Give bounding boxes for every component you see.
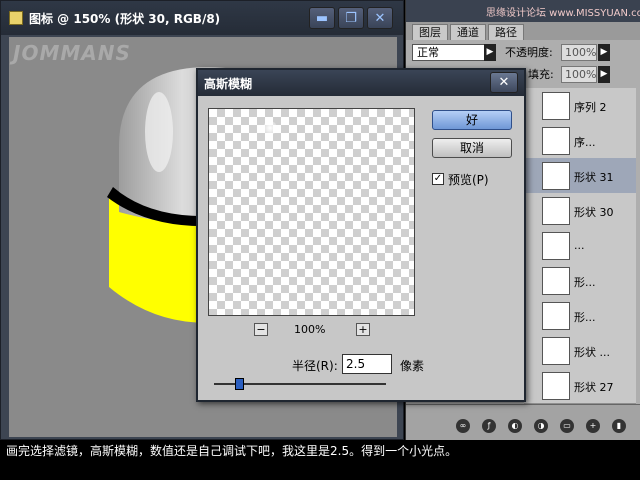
folder-icon[interactable]: ▭: [560, 419, 574, 433]
layer-name: 形...: [574, 276, 596, 289]
opacity-field[interactable]: 100%: [561, 44, 597, 61]
site-watermark: 思缘设计论坛 www.MISSYUAN.com: [486, 8, 640, 19]
trash-icon[interactable]: ▮: [612, 419, 626, 433]
screen: 图标 @ 150% (形状 30, RGB/8) ▬ ❐ ✕ JOMMANS 思…: [0, 0, 640, 480]
close-button[interactable]: ✕: [367, 7, 393, 29]
tab-paths[interactable]: 路径: [488, 24, 524, 40]
layer-row[interactable]: 形...: [524, 298, 636, 334]
layer-row[interactable]: 形状 ...: [524, 333, 636, 369]
zoom-in-button[interactable]: +: [356, 323, 370, 336]
layer-name: 形状 27: [574, 381, 614, 394]
fill-label: 填充:: [528, 68, 554, 81]
layer-row[interactable]: 形...: [524, 263, 636, 299]
layer-row[interactable]: 序...: [524, 123, 636, 159]
layer-thumbnail: [542, 267, 570, 295]
adjustment-icon[interactable]: ◑: [534, 419, 548, 433]
fx-icon[interactable]: ƒ: [482, 419, 496, 433]
panel-header: 思缘设计论坛 www.MISSYUAN.com: [406, 0, 640, 22]
zoom-out-button[interactable]: −: [254, 323, 268, 336]
layer-thumbnail: [542, 162, 570, 190]
layer-thumbnail: [542, 92, 570, 120]
layer-row[interactable]: 形状 30: [524, 193, 636, 229]
tab-channels[interactable]: 通道: [450, 24, 486, 40]
photoshop-document-icon: [9, 11, 23, 25]
layer-row[interactable]: 形状 31: [524, 158, 636, 194]
layer-thumbnail: [542, 337, 570, 365]
radius-label: 半径(R):: [292, 359, 338, 373]
dialog-titlebar[interactable]: 高斯模糊 ✕: [198, 70, 524, 96]
layer-name: 形状 31: [574, 171, 614, 184]
ok-button[interactable]: 好: [432, 110, 512, 130]
opacity-label: 不透明度:: [505, 46, 553, 59]
layer-thumbnail: [542, 127, 570, 155]
layer-name: 序...: [574, 136, 596, 149]
document-title: 图标 @ 150% (形状 30, RGB/8): [29, 12, 221, 26]
layer-thumbnail: [542, 372, 570, 400]
layer-name: 形状 ...: [574, 346, 610, 359]
layer-thumbnail: [542, 302, 570, 330]
opacity-arrow[interactable]: ▶: [598, 44, 610, 61]
layer-row[interactable]: ...: [524, 228, 636, 264]
tab-layers[interactable]: 图层: [412, 24, 448, 40]
preview-label: 预览(P): [448, 173, 489, 187]
layer-row[interactable]: 形状 27: [524, 368, 636, 404]
layer-row[interactable]: 序列 2: [524, 88, 636, 124]
minimize-button[interactable]: ▬: [309, 7, 335, 29]
maximize-button[interactable]: ❐: [338, 7, 364, 29]
layer-name: 形...: [574, 311, 596, 324]
radius-unit: 像素: [400, 359, 425, 373]
preview-checkbox[interactable]: ✓: [432, 173, 444, 185]
tutorial-caption: 画完选择滤镜，高斯模糊，数值还是自己调试下吧，我这里是2.5。得到一个小光点。: [0, 440, 640, 480]
dialog-close-button[interactable]: ✕: [490, 72, 518, 93]
fill-arrow[interactable]: ▶: [598, 66, 610, 83]
document-titlebar[interactable]: 图标 @ 150% (形状 30, RGB/8) ▬ ❐ ✕: [1, 1, 403, 35]
layer-name: 形状 30: [574, 206, 614, 219]
layer-name: ...: [574, 239, 585, 252]
zoom-level: 100%: [294, 323, 326, 336]
mask-icon[interactable]: ◐: [508, 419, 522, 433]
blend-mode-select[interactable]: 正常: [412, 44, 490, 61]
link-icon[interactable]: ∞: [456, 419, 470, 433]
layer-name: 序列 2: [574, 101, 607, 114]
fill-field[interactable]: 100%: [561, 66, 597, 83]
light-spot: [263, 121, 277, 135]
panel-tabs: 图层 通道 路径: [406, 22, 640, 40]
layers-list: 序列 2 序... 形状 31 形状 30... 形... 形... 形状 ... 形状 27: [524, 88, 636, 404]
dialog-title: 高斯模糊: [204, 77, 253, 91]
panel-bottom-bar: ∞ ƒ ◐ ◑ ▭ + ▮: [406, 404, 640, 440]
dome-highlight-shape: [145, 92, 173, 172]
layer-thumbnail: [542, 197, 570, 225]
filter-preview[interactable]: [208, 108, 415, 316]
layer-thumbnail: [542, 232, 570, 260]
blend-mode-dropdown-arrow[interactable]: ▶: [484, 44, 496, 61]
cancel-button[interactable]: 取消: [432, 138, 512, 158]
radius-input[interactable]: 2.5: [342, 354, 392, 374]
radius-slider-thumb[interactable]: [234, 378, 244, 390]
gaussian-blur-dialog: 高斯模糊 ✕ − 100% + 好 取消 ✓ 预览(P) 半径(R): 2.5 …: [196, 68, 526, 402]
new-layer-icon[interactable]: +: [586, 419, 600, 433]
